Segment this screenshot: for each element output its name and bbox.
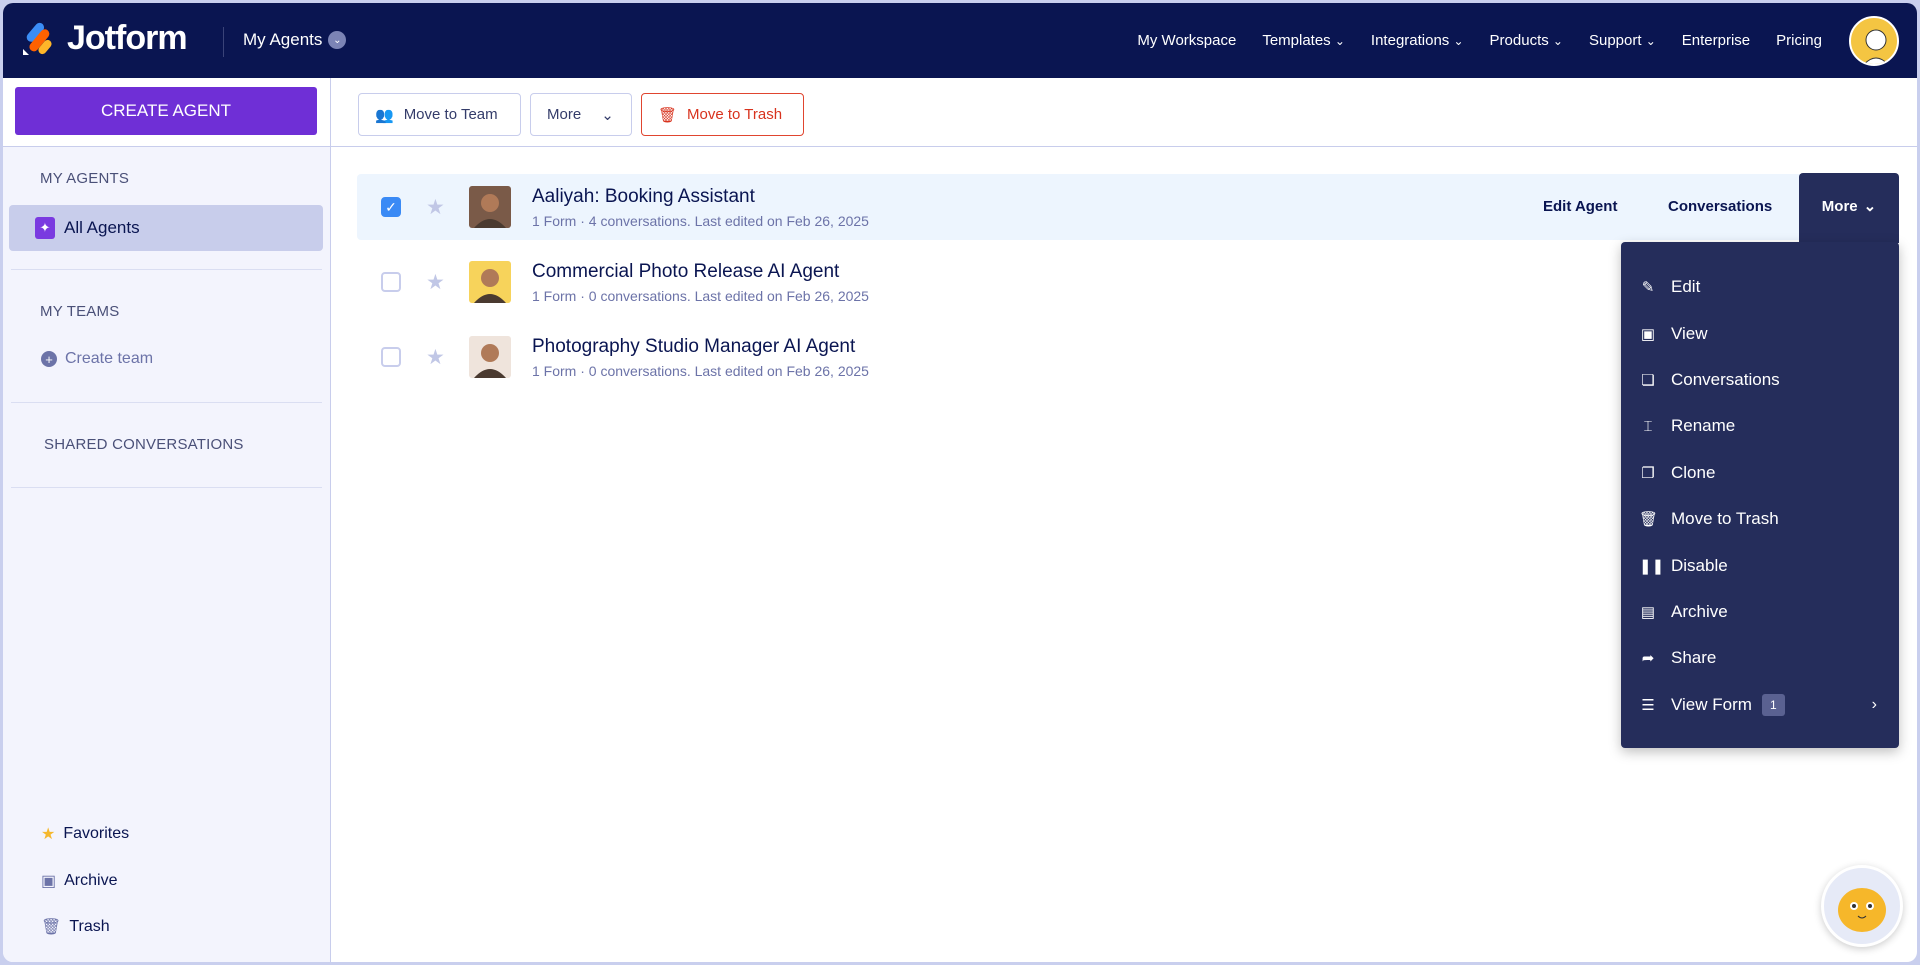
- conversations-icon: ❏: [1641, 371, 1655, 389]
- menu-item-move-to-trash[interactable]: 🗑 Move to Trash: [1621, 496, 1899, 542]
- row-checkbox[interactable]: ✓: [381, 197, 401, 217]
- pause-icon: ❚❚: [1639, 557, 1665, 575]
- nav-integrations[interactable]: Integrations ⌄: [1371, 32, 1464, 49]
- row-more-button[interactable]: More ⌄: [1799, 173, 1899, 243]
- plus-circle-icon: +: [41, 351, 57, 367]
- form-count-badge: 1: [1761, 693, 1785, 716]
- trash-icon: 🗑: [658, 106, 678, 124]
- sidebar: CREATE AGENT MY AGENTS ✦ All Agents MY TE…: [3, 78, 331, 962]
- workspace-switcher[interactable]: My Agents ⌄: [243, 30, 347, 50]
- agent-meta: 1 Form · 0 conversations. Last edited on…: [532, 363, 869, 379]
- divider: [11, 269, 322, 270]
- create-team-button[interactable]: + Create team: [41, 350, 153, 368]
- star-icon[interactable]: ★: [426, 195, 445, 220]
- sidebar-item-archive[interactable]: ▣ Archive: [41, 871, 117, 891]
- row-checkbox[interactable]: [381, 272, 401, 292]
- edit-agent-button[interactable]: Edit Agent: [1543, 198, 1617, 215]
- menu-item-disable[interactable]: ❚❚ Disable: [1621, 542, 1899, 588]
- menu-item-conversations[interactable]: ❏ Conversations: [1621, 357, 1899, 403]
- view-icon: ▣: [1640, 325, 1656, 343]
- agent-avatar: [469, 336, 511, 378]
- my-teams-heading: MY TEAMS: [40, 303, 120, 320]
- chevron-down-icon: ⌄: [1645, 34, 1656, 48]
- more-button[interactable]: More ⌄: [530, 93, 632, 136]
- agent-meta: 1 Form · 4 conversations. Last edited on…: [532, 213, 869, 229]
- sparkle-icon: ✦: [35, 217, 55, 239]
- header-divider: [223, 27, 224, 57]
- agent-avatar: [469, 186, 511, 228]
- my-agents-heading: MY AGENTS: [40, 170, 130, 187]
- sidebar-item-favorites[interactable]: ★ Favorites: [41, 824, 129, 844]
- chevron-down-icon: ⌄: [601, 106, 614, 124]
- agent-title[interactable]: Photography Studio Manager AI Agent: [532, 336, 855, 358]
- row-checkbox[interactable]: [381, 347, 401, 367]
- ai-assistant-mascot[interactable]: [1821, 865, 1903, 947]
- agent-row[interactable]: ✓ ★ Aaliyah: Booking Assistant 1 Form · 4 c…: [357, 174, 1897, 240]
- app: Jotform My Agents ⌄ My Workspace Templates…: [3, 3, 1917, 962]
- menu-item-view-form[interactable]: ☰ View Form 1 ›: [1621, 682, 1899, 728]
- agent-meta: 1 Form · 0 conversations. Last edited on…: [532, 288, 869, 304]
- menu-item-clone[interactable]: ❐ Clone: [1621, 450, 1899, 496]
- more-dropdown-menu: ✎ Edit ▣ View ❏ Conversations ⌶ Rename ❐ Clone 🗑 Mo…: [1621, 242, 1899, 748]
- sidebar-item-all-agents[interactable]: ✦ All Agents: [9, 205, 323, 251]
- trash-icon: 🗑: [41, 919, 62, 936]
- toolbar: 👥 Move to Team More ⌄ 🗑 Move to Trash: [331, 78, 1917, 147]
- chevron-down-icon: ⌄: [1863, 198, 1877, 215]
- team-icon: 👥: [375, 106, 394, 124]
- menu-item-rename[interactable]: ⌶ Rename: [1621, 403, 1899, 449]
- top-nav: My Workspace Templates ⌄ Integrations ⌄ Pro…: [1137, 32, 1822, 49]
- archive-icon: ▤: [1640, 603, 1656, 621]
- share-icon: ➦: [1641, 650, 1655, 668]
- trash-icon: 🗑: [1639, 511, 1659, 529]
- nav-pricing[interactable]: Pricing: [1776, 32, 1822, 49]
- agent-title[interactable]: Commercial Photo Release AI Agent: [532, 261, 839, 283]
- jotform-logo-icon: [23, 22, 52, 55]
- menu-item-view[interactable]: ▣ View: [1621, 310, 1899, 356]
- agent-avatar: [469, 261, 511, 303]
- jotform-logo[interactable]: Jotform: [21, 19, 188, 58]
- nav-products[interactable]: Products ⌄: [1490, 32, 1563, 49]
- form-icon: ☰: [1641, 696, 1655, 714]
- star-icon[interactable]: ★: [426, 270, 445, 295]
- chevron-down-icon: ⌄: [1453, 34, 1464, 48]
- sidebar-item-trash[interactable]: 🗑 Trash: [41, 917, 110, 937]
- agent-title[interactable]: Aaliyah: Booking Assistant: [532, 186, 755, 208]
- user-avatar[interactable]: [1849, 16, 1899, 66]
- chevron-down-icon: ⌄: [1334, 34, 1345, 48]
- conversations-button[interactable]: Conversations: [1668, 198, 1772, 215]
- nav-enterprise[interactable]: Enterprise: [1682, 32, 1750, 49]
- rename-icon: ⌶: [1643, 417, 1653, 435]
- nav-support[interactable]: Support ⌄: [1589, 32, 1656, 49]
- menu-item-archive[interactable]: ▤ Archive: [1621, 589, 1899, 635]
- move-to-trash-button[interactable]: 🗑 Move to Trash: [641, 93, 804, 136]
- move-to-team-button[interactable]: 👥 Move to Team: [358, 93, 521, 136]
- chevron-down-icon: ⌄: [328, 31, 347, 49]
- nav-my-workspace[interactable]: My Workspace: [1137, 32, 1236, 49]
- menu-item-share[interactable]: ➦ Share: [1621, 635, 1899, 681]
- chevron-right-icon: ›: [1871, 695, 1877, 713]
- archive-icon: ▣: [41, 873, 57, 890]
- chevron-down-icon: ⌄: [1552, 34, 1563, 48]
- star-icon: ★: [41, 826, 56, 843]
- clone-icon: ❐: [1641, 464, 1655, 482]
- nav-templates[interactable]: Templates ⌄: [1262, 32, 1345, 49]
- divider: [11, 402, 322, 403]
- star-icon[interactable]: ★: [426, 345, 445, 370]
- edit-icon: ✎: [1641, 279, 1655, 297]
- create-agent-button[interactable]: CREATE AGENT: [15, 87, 317, 135]
- shared-conversations-heading[interactable]: SHARED CONVERSATIONS: [44, 436, 244, 453]
- divider: [11, 487, 322, 488]
- top-header: Jotform My Agents ⌄ My Workspace Templates…: [3, 3, 1917, 78]
- menu-item-edit[interactable]: ✎ Edit: [1621, 264, 1899, 310]
